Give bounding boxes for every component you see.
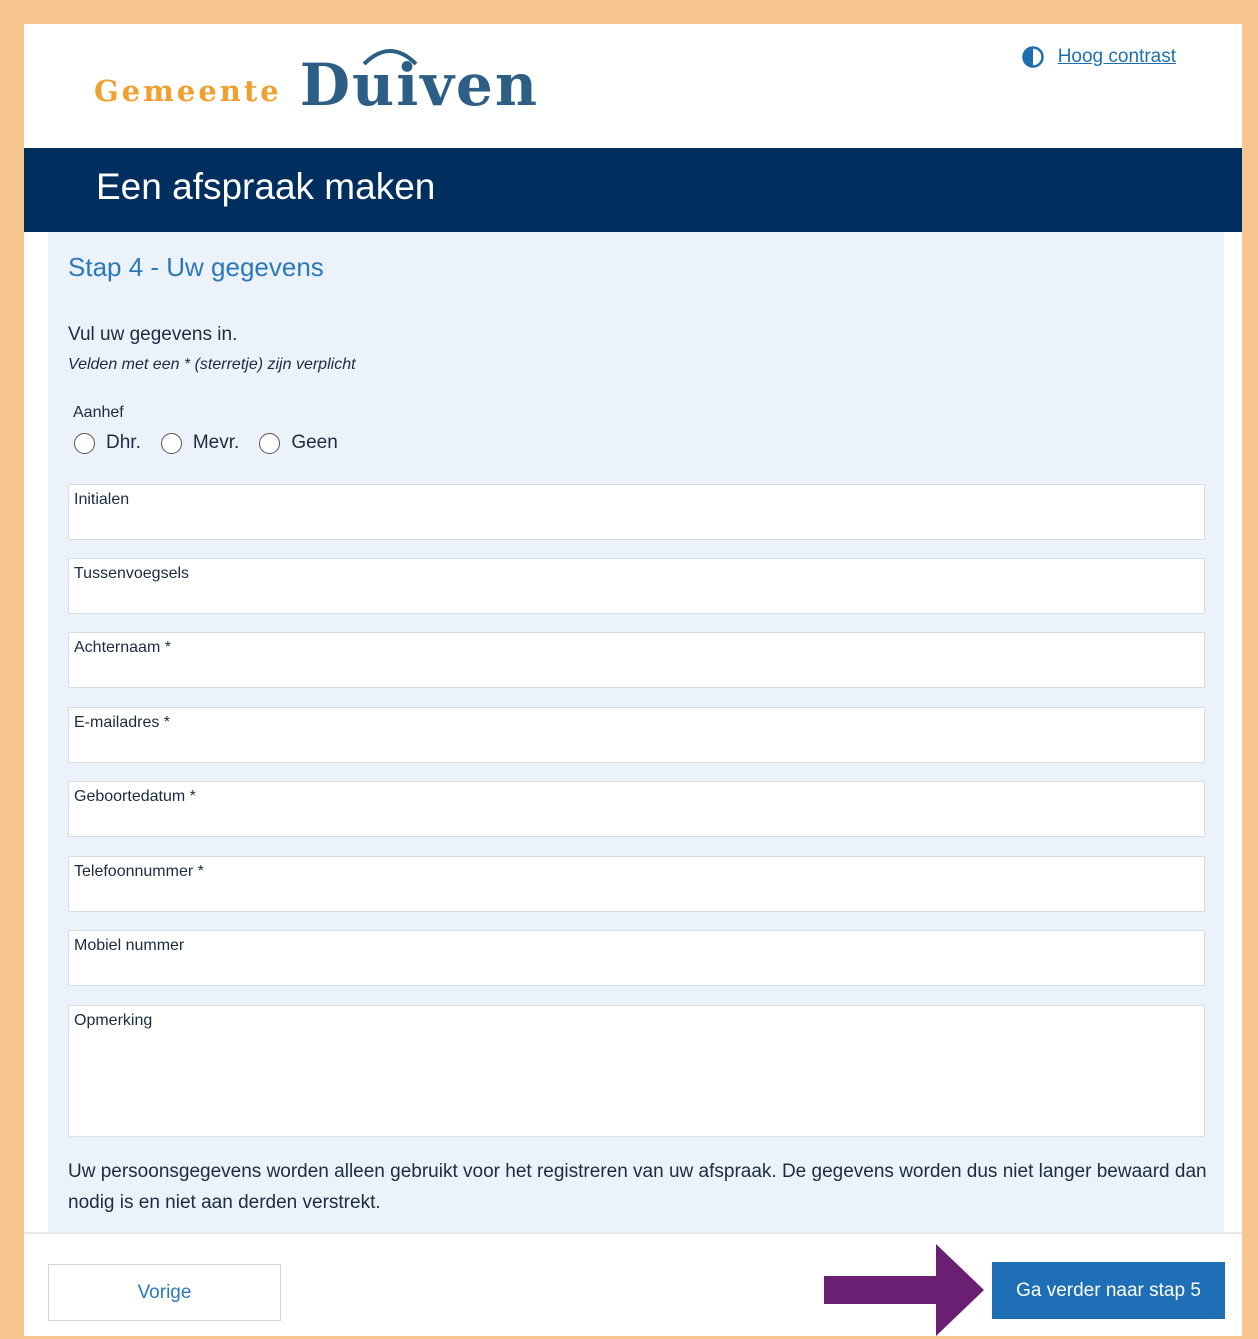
initialen-label: Initialen xyxy=(74,491,130,508)
aanhef-radio-group: Dhr. Mevr. Geen xyxy=(74,432,358,454)
required-note: Velden met een * (sterretje) zijn verpli… xyxy=(68,356,356,373)
radio-mevr-circle[interactable] xyxy=(160,432,182,454)
tussenvoegsels-field[interactable]: Tussenvoegsels xyxy=(68,558,1205,614)
radio-mevr[interactable]: Mevr. xyxy=(160,432,240,454)
initialen-field[interactable]: Initialen xyxy=(68,484,1205,540)
mobiel-nummer-label: Mobiel nummer xyxy=(74,937,185,954)
radio-mevr-label: Mevr. xyxy=(192,432,240,453)
page-banner: Een afspraak maken xyxy=(24,148,1242,232)
form-intro: Vul uw gegevens in. xyxy=(68,324,238,345)
page-frame: Gemeente Duiven Hoog contrast Een afspra… xyxy=(24,24,1242,1336)
aanhef-label: Aanhef xyxy=(73,404,124,421)
radio-geen[interactable]: Geen xyxy=(259,432,338,454)
gemeente-duiven-logo[interactable]: Gemeente Duiven xyxy=(94,42,539,132)
form-footer: Vorige Ga verder naar stap 5 xyxy=(24,1232,1242,1336)
opmerking-label: Opmerking xyxy=(74,1012,153,1029)
mobiel-nummer-field[interactable]: Mobiel nummer xyxy=(68,930,1205,986)
email-label: E-mailadres * xyxy=(74,714,171,731)
next-step-button[interactable]: Ga verder naar stap 5 xyxy=(992,1262,1225,1319)
contrast-icon xyxy=(1021,46,1044,68)
geboortedatum-label: Geboortedatum * xyxy=(74,788,196,805)
high-contrast-toggle[interactable]: Hoog contrast xyxy=(1021,46,1176,68)
achternaam-field[interactable]: Achternaam * xyxy=(68,632,1205,688)
tussenvoegsels-label: Tussenvoegsels xyxy=(74,565,190,582)
logo-arc-icon xyxy=(362,49,418,66)
privacy-notice: Uw persoonsgegevens worden alleen gebrui… xyxy=(68,1161,1207,1213)
radio-geen-label: Geen xyxy=(291,432,338,453)
high-contrast-link[interactable]: Hoog contrast xyxy=(1058,46,1176,68)
geboortedatum-field[interactable]: Geboortedatum * xyxy=(68,781,1205,837)
previous-button[interactable]: Vorige xyxy=(48,1264,281,1321)
logo-text-small: Gemeente xyxy=(94,74,282,108)
radio-dhr-circle[interactable] xyxy=(74,432,95,454)
opmerking-textarea[interactable]: Opmerking xyxy=(68,1005,1205,1137)
email-field[interactable]: E-mailadres * xyxy=(68,707,1205,763)
arrow-pointer-icon xyxy=(824,1244,984,1336)
achternaam-label: Achternaam * xyxy=(74,639,171,656)
form-panel: Stap 4 - Uw gegevens Vul uw gegevens in.… xyxy=(48,232,1224,1232)
page-title: Een afspraak maken xyxy=(96,166,436,207)
logo-text-big: Duiven xyxy=(300,49,539,114)
radio-dhr-label: Dhr. xyxy=(106,432,141,453)
radio-dhr[interactable]: Dhr. xyxy=(74,432,141,454)
telefoonnummer-field[interactable]: Telefoonnummer * xyxy=(68,856,1205,912)
radio-geen-circle[interactable] xyxy=(259,432,281,454)
step-title: Stap 4 - Uw gegevens xyxy=(68,252,324,282)
telefoonnummer-label: Telefoonnummer * xyxy=(74,863,204,880)
site-header: Gemeente Duiven Hoog contrast xyxy=(24,24,1242,148)
